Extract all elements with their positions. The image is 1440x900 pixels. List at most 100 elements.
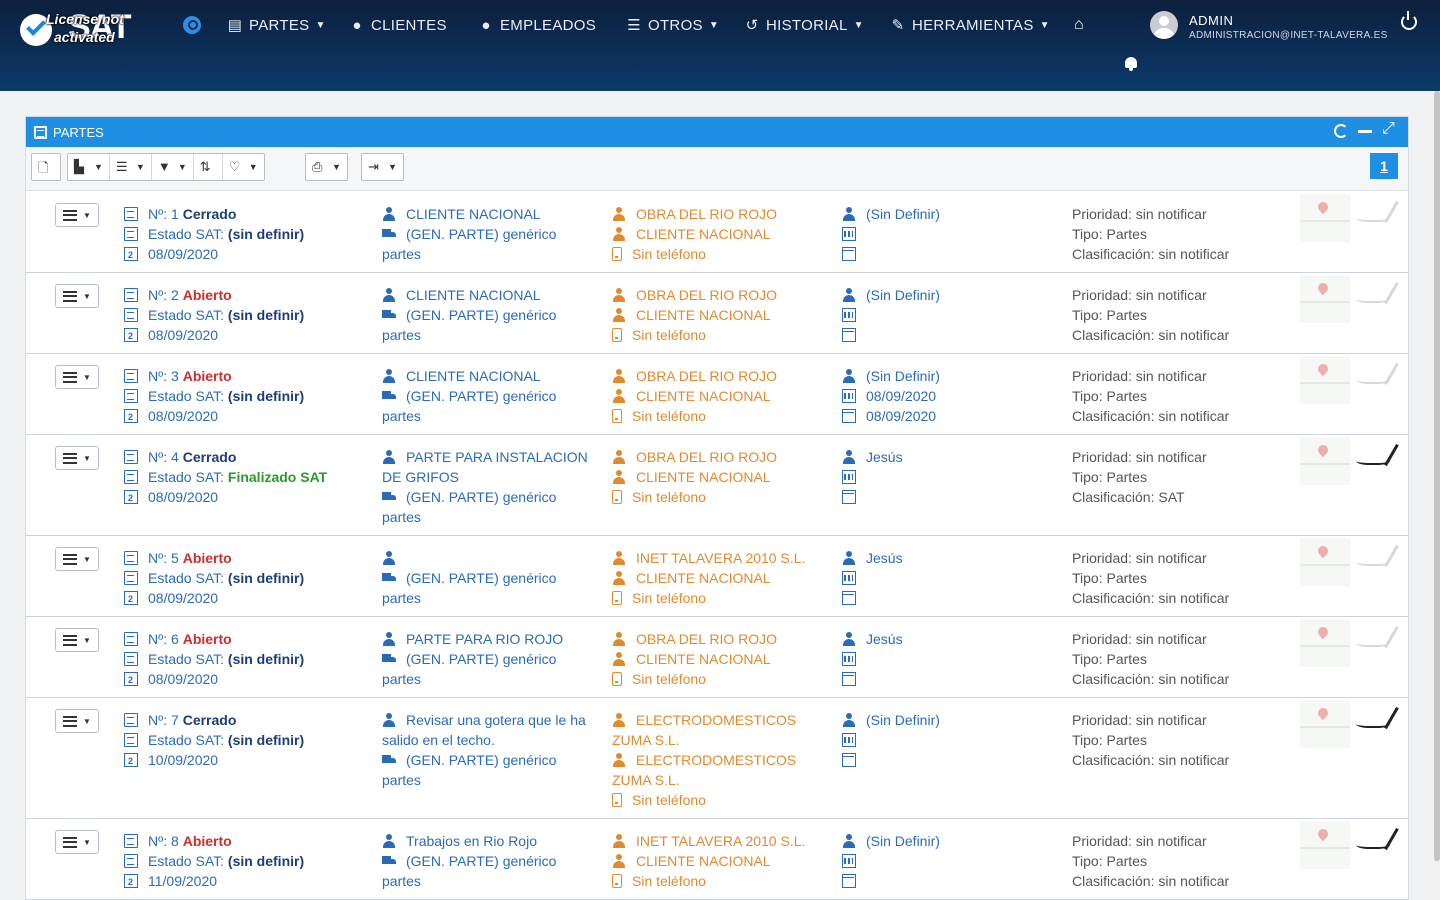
table-row[interactable]: ▼ Nº: 8 Abierto Estado SAT: (sin definir… [26, 819, 1408, 900]
signature-thumbnail[interactable] [1354, 200, 1400, 230]
map-thumbnail[interactable] [1300, 194, 1350, 242]
signature-thumbnail[interactable] [1354, 362, 1400, 392]
power-icon[interactable] [1401, 11, 1417, 30]
filter-button[interactable]: ▼ ▼ [152, 154, 194, 180]
calendar-icon [842, 874, 856, 888]
row-actions-button[interactable]: ▼ [55, 365, 99, 389]
end-date [842, 244, 1052, 264]
export-button[interactable]: ⇥ ▼ [362, 154, 403, 180]
table-row[interactable]: ▼ Nº: 4 Cerrado Estado SAT: Finalizado S… [26, 435, 1408, 536]
signature-thumbnail[interactable] [1354, 443, 1400, 473]
minimize-icon[interactable] [1358, 124, 1372, 138]
columns-button[interactable]: ☰ ▼ [110, 154, 152, 180]
client-name[interactable]: CLIENTE NACIONAL [612, 851, 822, 871]
technician[interactable]: (Sin Definir) [842, 831, 1052, 851]
client-name[interactable]: CLIENTE NACIONAL [612, 568, 822, 588]
part-number[interactable]: Nº: 4 Cerrado [124, 447, 374, 467]
print-button[interactable]: ⎙ ▼ [306, 154, 347, 180]
client-name[interactable]: CLIENTE NACIONAL [612, 305, 822, 325]
nav-herramientas[interactable]: ✎ HERRAMIENTAS ▼ [890, 14, 1050, 36]
client-name[interactable]: CLIENTE NACIONAL [612, 224, 822, 244]
technician[interactable]: Jesús [842, 548, 1052, 568]
refresh-icon[interactable] [1334, 124, 1348, 138]
technician[interactable]: (Sin Definir) [842, 366, 1052, 386]
client-name[interactable]: ELECTRODOMESTICOS ZUMA S.L. [612, 750, 822, 790]
part-description[interactable]: PARTE PARA RIO ROJO [382, 629, 597, 649]
part-number[interactable]: Nº: 5 Abierto [124, 548, 374, 568]
map-thumbnail[interactable] [1300, 275, 1350, 323]
user-avatar[interactable] [1150, 11, 1178, 39]
expand-icon[interactable] [1382, 120, 1396, 138]
row-actions-button[interactable]: ▼ [55, 830, 99, 854]
row-actions-button[interactable]: ▼ [55, 547, 99, 571]
table-row[interactable]: ▼ Nº: 7 Cerrado Estado SAT: (sin definir… [26, 698, 1408, 819]
technician[interactable]: (Sin Definir) [842, 204, 1052, 224]
signature-thumbnail[interactable] [1354, 544, 1400, 574]
part-description[interactable]: Trabajos en Rio Rojo [382, 831, 597, 851]
part-description[interactable]: CLIENTE NACIONAL [382, 285, 597, 305]
row-actions-button[interactable]: ▼ [55, 284, 99, 308]
map-thumbnail[interactable] [1300, 356, 1350, 404]
row-actions-button[interactable]: ▼ [55, 628, 99, 652]
table-row[interactable]: ▼ Nº: 3 Abierto Estado SAT: (sin definir… [26, 354, 1408, 435]
work-site[interactable]: INET TALAVERA 2010 S.L. [612, 831, 822, 851]
client-name[interactable]: CLIENTE NACIONAL [612, 467, 822, 487]
work-site[interactable]: OBRA DEL RIO ROJO [612, 447, 822, 467]
nav-clientes[interactable]: ● CLIENTES [349, 14, 447, 36]
signature-thumbnail[interactable] [1354, 706, 1400, 736]
table-row[interactable]: ▼ Nº: 5 Abierto Estado SAT: (sin definir… [26, 536, 1408, 617]
work-site[interactable]: OBRA DEL RIO ROJO [612, 366, 822, 386]
technician[interactable]: (Sin Definir) [842, 285, 1052, 305]
part-description[interactable]: CLIENTE NACIONAL [382, 204, 597, 224]
client-name[interactable]: CLIENTE NACIONAL [612, 649, 822, 669]
work-site[interactable]: OBRA DEL RIO ROJO [612, 204, 822, 224]
row-actions-button[interactable]: ▼ [55, 203, 99, 227]
document-icon [124, 227, 138, 241]
part-description[interactable]: PARTE PARA INSTALACION DE GRIFOS [382, 447, 597, 487]
signature-thumbnail[interactable] [1354, 281, 1400, 311]
nav-search[interactable] [183, 14, 201, 36]
technician[interactable]: Jesús [842, 629, 1052, 649]
part-number[interactable]: Nº: 6 Abierto [124, 629, 374, 649]
table-row[interactable]: ▼ Nº: 1 Cerrado Estado SAT: (sin definir… [26, 192, 1408, 273]
nav-historial[interactable]: ↺ HISTORIAL ▼ [744, 14, 864, 36]
row-actions-button[interactable]: ▼ [55, 709, 99, 733]
part-number[interactable]: Nº: 1 Cerrado [124, 204, 374, 224]
map-thumbnail[interactable] [1300, 821, 1350, 869]
work-site[interactable]: OBRA DEL RIO ROJO [612, 629, 822, 649]
part-description[interactable] [382, 548, 597, 568]
signature-thumbnail[interactable] [1354, 625, 1400, 655]
work-site[interactable]: INET TALAVERA 2010 S.L. [612, 548, 822, 568]
nav-partes[interactable]: ▤ PARTES ▼ [227, 14, 326, 36]
part-number[interactable]: Nº: 2 Abierto [124, 285, 374, 305]
technician[interactable]: Jesús [842, 447, 1052, 467]
table-row[interactable]: ▼ Nº: 2 Abierto Estado SAT: (sin definir… [26, 273, 1408, 354]
new-part-button[interactable]: 🗋 [32, 154, 60, 180]
client-name[interactable]: CLIENTE NACIONAL [612, 386, 822, 406]
part-number[interactable]: Nº: 3 Abierto [124, 366, 374, 386]
nav-empleados[interactable]: ● EMPLEADOS [478, 14, 596, 36]
map-thumbnail[interactable] [1300, 619, 1350, 667]
nav-otros[interactable]: ☰ OTROS ▼ [626, 14, 719, 36]
signature-thumbnail[interactable] [1354, 827, 1400, 857]
sort-button[interactable]: ⇅ [194, 154, 223, 180]
home-icon[interactable]: ⌂ [1074, 14, 1084, 36]
page-number[interactable]: 1 [1370, 153, 1398, 179]
app-logo[interactable]: SAT License not activated [18, 6, 150, 46]
part-number[interactable]: Nº: 8 Abierto [124, 831, 374, 851]
part-description[interactable]: Revisar una gotera que le ha salido en e… [382, 710, 597, 750]
bell-icon[interactable] [1124, 57, 1138, 71]
part-description[interactable]: CLIENTE NACIONAL [382, 366, 597, 386]
part-number[interactable]: Nº: 7 Cerrado [124, 710, 374, 730]
table-row[interactable]: ▼ Nº: 6 Abierto Estado SAT: (sin definir… [26, 617, 1408, 698]
work-site[interactable]: ELECTRODOMESTICOS ZUMA S.L. [612, 710, 822, 750]
layout-button[interactable]: ▙ ▼ [68, 154, 110, 180]
row-actions-button[interactable]: ▼ [55, 446, 99, 470]
map-thumbnail[interactable] [1300, 700, 1350, 748]
technician[interactable]: (Sin Definir) [842, 710, 1052, 730]
page-scrollbar[interactable] [1434, 91, 1440, 900]
favorites-button[interactable]: ♡ ▼ [223, 154, 264, 180]
work-site[interactable]: OBRA DEL RIO ROJO [612, 285, 822, 305]
map-thumbnail[interactable] [1300, 538, 1350, 586]
map-thumbnail[interactable] [1300, 437, 1350, 485]
